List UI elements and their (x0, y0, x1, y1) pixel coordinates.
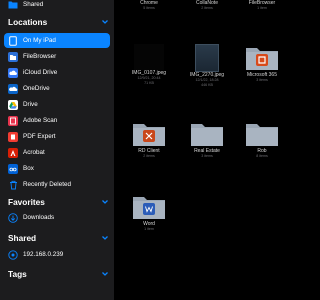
file-item-img-0107[interactable]: IMG_0107.jpeg 12/9/21, 20:44 71 KB (128, 44, 170, 85)
folder-item-filebrowser[interactable]: FileBrowser 1 item (241, 0, 283, 11)
sidebar-item-adobe-scan[interactable]: Adobe Scan (4, 113, 110, 128)
sidebar-item-on-my-ipad[interactable]: On My iPad (4, 33, 110, 48)
section-title: Locations (8, 17, 48, 27)
sidebar-item-label: Adobe Scan (23, 117, 58, 124)
item-count: 1 item (144, 227, 154, 231)
chevron-down-icon (102, 200, 108, 204)
chevron-down-icon (102, 272, 108, 276)
server-icon (8, 249, 18, 260)
folder-item-chrome[interactable]: Chrome 5 items (128, 0, 170, 11)
sidebar-item-acrobat[interactable]: Acrobat (4, 145, 110, 160)
sidebar-item-icloud-drive[interactable]: iCloud Drive (4, 65, 110, 80)
adobe-scan-icon (8, 115, 18, 126)
item-count: 1 item (257, 6, 267, 10)
sidebar-item-downloads[interactable]: Downloads (4, 210, 110, 225)
item-size: 446 KB (201, 82, 213, 87)
folder-icon (131, 193, 167, 221)
sidebar-item-label: Shared (23, 1, 44, 8)
sidebar-item-shared-top[interactable]: Shared (4, 0, 110, 12)
chevron-down-icon (102, 20, 108, 24)
sidebar-item-recently-deleted[interactable]: Recently Deleted (4, 177, 110, 192)
pdf-expert-icon (8, 131, 18, 142)
item-size: 71 KB (144, 80, 154, 85)
section-title: Tags (8, 269, 27, 279)
icloud-icon (8, 67, 18, 78)
chevron-down-icon (102, 236, 108, 240)
download-icon (8, 212, 18, 223)
ipad-icon (8, 35, 18, 46)
sidebar: Shared Locations On My iPad FileBrowser … (0, 0, 114, 300)
locations-section-header[interactable]: Locations (8, 15, 110, 29)
sidebar-item-label: Drive (23, 101, 38, 108)
sidebar-item-label: OneDrive (23, 85, 50, 92)
sidebar-item-box[interactable]: Box (4, 161, 110, 176)
sidebar-item-filebrowser[interactable]: FileBrowser (4, 49, 110, 64)
tags-section-header[interactable]: Tags (8, 267, 110, 281)
file-item-img-2270[interactable]: IMG_2270.jpeg 12/1/22, 18:28 446 KB (186, 44, 228, 87)
trash-icon (8, 180, 18, 190)
shared-folder-icon (8, 0, 18, 10)
sidebar-item-label: Recently Deleted (23, 181, 71, 188)
acrobat-icon (8, 147, 18, 158)
sidebar-item-label: PDF Expert (23, 133, 56, 140)
sidebar-item-drive[interactable]: Drive (4, 97, 110, 112)
folder-item-rd-client[interactable]: RD Client 2 items (128, 120, 170, 159)
folder-item-real-estate[interactable]: Real Estate 3 items (186, 120, 228, 159)
folder-icon (244, 120, 280, 148)
shared-section-header[interactable]: Shared (8, 231, 110, 245)
image-thumbnail (195, 44, 219, 72)
folder-icon (131, 120, 167, 148)
sidebar-item-label: FileBrowser (23, 53, 57, 60)
favorites-section-header[interactable]: Favorites (8, 195, 110, 209)
section-title: Favorites (8, 197, 45, 207)
filebrowser-icon (8, 51, 18, 62)
folder-icon (244, 44, 280, 72)
sidebar-item-label: 192.168.0.239 (23, 251, 64, 258)
folder-item-word[interactable]: Word 1 item (128, 193, 170, 232)
folder-item-rob[interactable]: Rob 8 items (241, 120, 283, 159)
section-title: Shared (8, 233, 37, 243)
sidebar-item-label: Acrobat (23, 149, 45, 156)
item-count: 5 items (143, 6, 155, 10)
sidebar-item-label: Downloads (23, 214, 55, 221)
onedrive-icon (8, 83, 18, 94)
item-count: 2 items (143, 154, 155, 158)
item-count: 2 items (201, 6, 213, 10)
folder-icon (189, 120, 225, 148)
sidebar-item-label: Box (23, 165, 34, 172)
sidebar-item-pdf-expert[interactable]: PDF Expert (4, 129, 110, 144)
folder-item-microsoft-365[interactable]: Microsoft 365 3 items (241, 44, 283, 83)
item-count: 8 items (256, 154, 268, 158)
sidebar-item-label: iCloud Drive (23, 69, 58, 76)
box-icon (8, 163, 18, 174)
sidebar-item-label: On My iPad (23, 37, 56, 44)
file-grid: Chrome 5 items CollaNote 2 items FileBro… (114, 0, 300, 300)
item-count: 3 items (256, 78, 268, 82)
sidebar-item-server[interactable]: 192.168.0.239 (4, 247, 110, 262)
folder-item-collanote[interactable]: CollaNote 2 items (186, 0, 228, 11)
image-thumbnail (134, 44, 164, 70)
item-count: 3 items (201, 154, 213, 158)
sidebar-item-onedrive[interactable]: OneDrive (4, 81, 110, 96)
google-drive-icon (8, 99, 18, 110)
